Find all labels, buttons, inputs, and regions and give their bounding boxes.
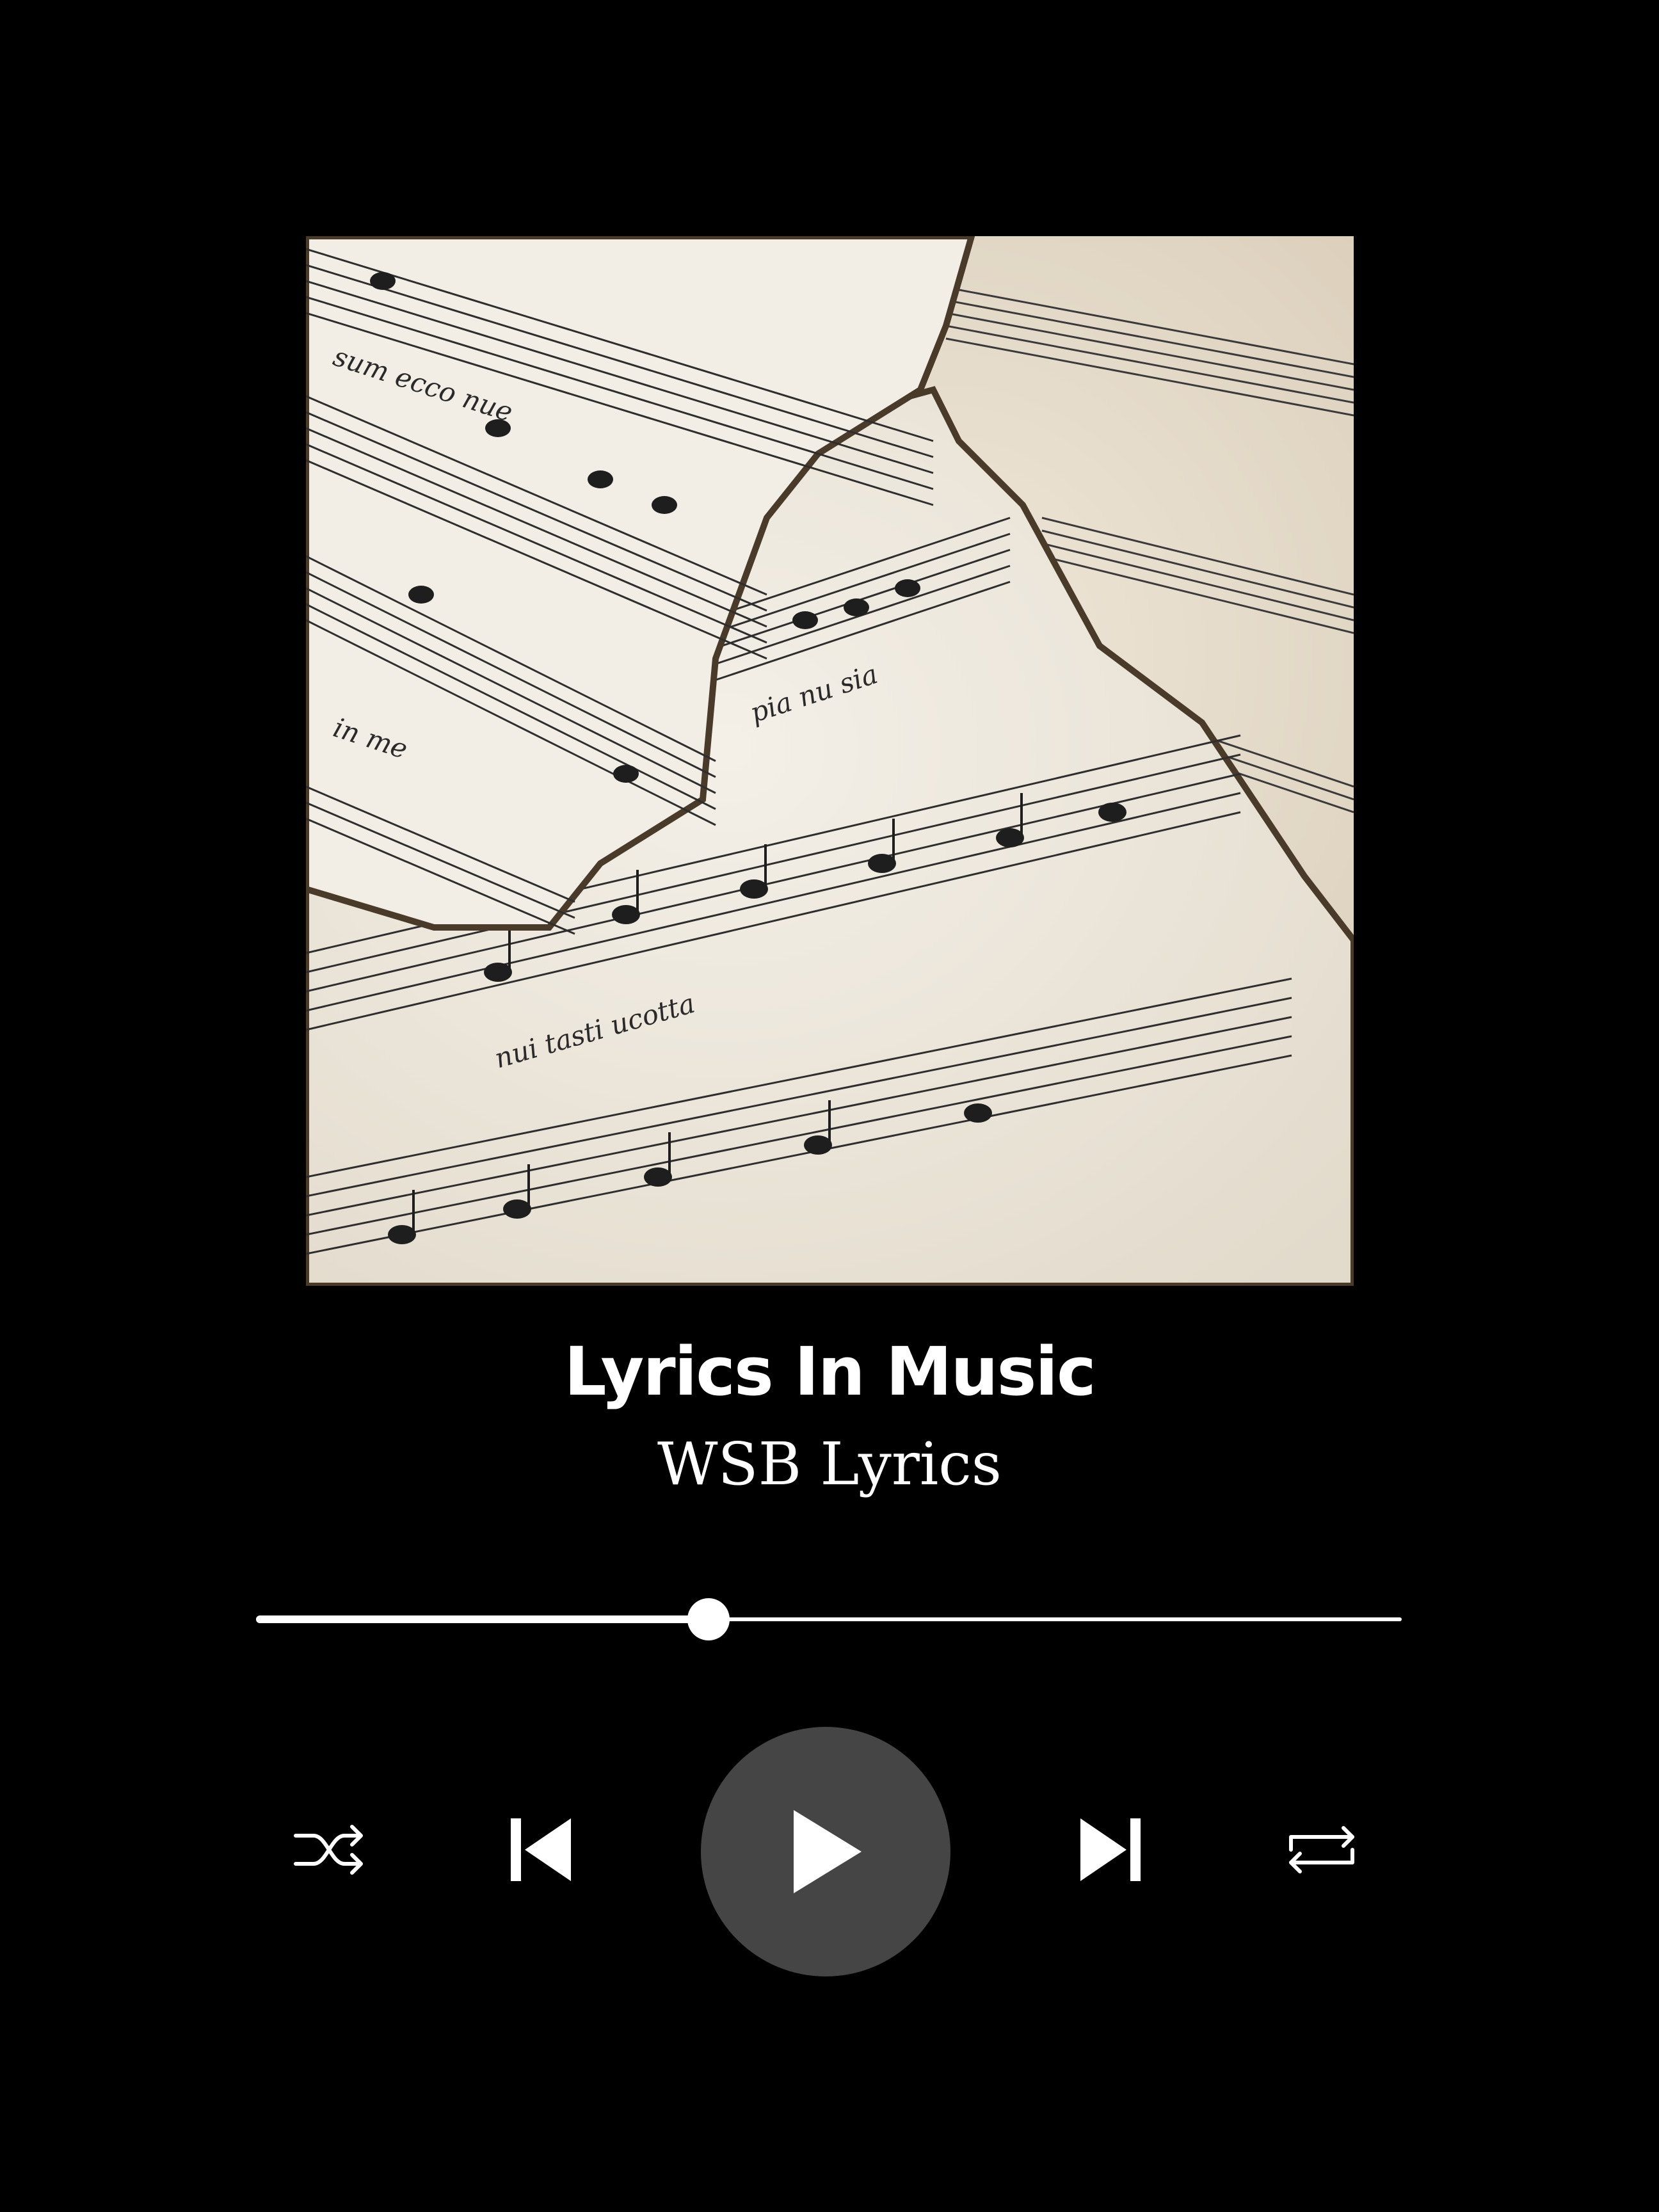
progress-thumb[interactable] [687, 1598, 730, 1640]
next-button[interactable] [1066, 1811, 1155, 1888]
shuffle-button[interactable] [284, 1811, 374, 1888]
shuffle-icon [294, 1825, 363, 1875]
skip-next-icon [1080, 1818, 1141, 1881]
repeat-button[interactable] [1277, 1811, 1366, 1888]
repeat-icon [1289, 1826, 1354, 1873]
progress-bar[interactable] [256, 1598, 1402, 1640]
play-button[interactable] [701, 1727, 950, 1976]
play-icon [794, 1810, 862, 1893]
skip-previous-icon [511, 1818, 571, 1881]
previous-button[interactable] [496, 1811, 586, 1888]
artist-name: WSB Lyrics [657, 1430, 1002, 1498]
sheet-music-image: sum ecco nue in me pia nu sia nui tasti … [306, 236, 1354, 1286]
track-title: Lyrics In Music [564, 1333, 1096, 1411]
album-art: sum ecco nue in me pia nu sia nui tasti … [306, 236, 1354, 1286]
progress-fill [256, 1615, 709, 1623]
